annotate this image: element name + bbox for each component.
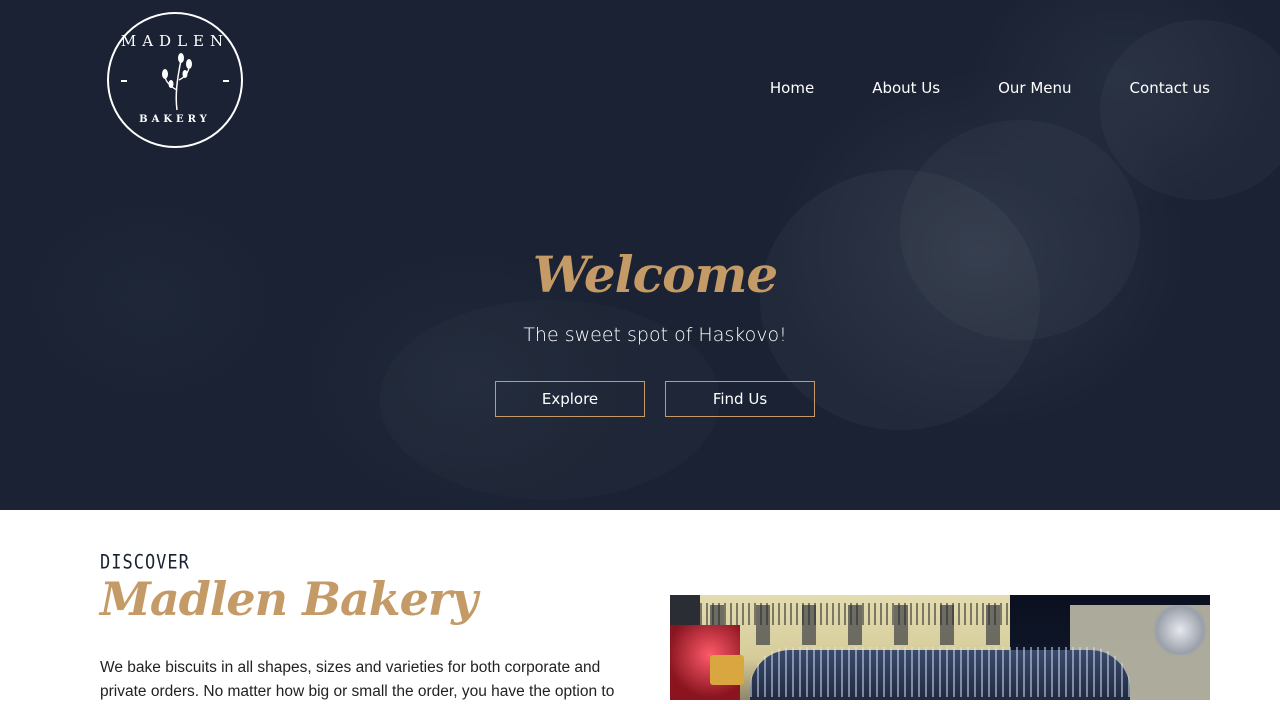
explore-button[interactable]: Explore xyxy=(495,381,645,417)
photo-balcony xyxy=(700,603,1010,625)
sprig-icon xyxy=(162,53,192,111)
nav-item-about-us[interactable]: About Us xyxy=(872,78,940,98)
hero-background-shape xyxy=(900,120,1140,340)
logo-bottom-text: BAKERY xyxy=(139,114,211,125)
hero-section: MADLEN BAKERY Home About Us Our Menu Con… xyxy=(0,0,1280,510)
discover-title: Madlen Bakery xyxy=(100,572,478,626)
nav-item-home[interactable]: Home xyxy=(770,78,814,98)
bakery-storefront-photo xyxy=(670,595,1210,700)
logo-dash-left xyxy=(121,80,127,82)
nav-item-our-menu[interactable]: Our Menu xyxy=(998,78,1071,98)
find-us-button[interactable]: Find Us xyxy=(665,381,815,417)
logo-top-text: MADLEN xyxy=(120,32,230,50)
bakery-logo[interactable]: MADLEN BAKERY xyxy=(107,12,243,148)
discover-label: DISCOVER xyxy=(100,551,190,574)
main-nav: Home About Us Our Menu Contact us xyxy=(712,78,1210,98)
nav-item-contact-us[interactable]: Contact us xyxy=(1130,78,1210,98)
photo-club-sign xyxy=(710,655,744,685)
hero-subtitle: The sweet spot of Haskovo! xyxy=(523,324,787,346)
photo-string-lights xyxy=(750,647,1130,697)
discover-text: We bake biscuits in all shapes, sizes an… xyxy=(100,659,615,700)
hero-title: Welcome xyxy=(532,245,778,304)
photo-snowy-tree xyxy=(1150,605,1210,655)
logo-dash-right xyxy=(223,80,229,82)
hero-background-shape xyxy=(1100,20,1280,200)
